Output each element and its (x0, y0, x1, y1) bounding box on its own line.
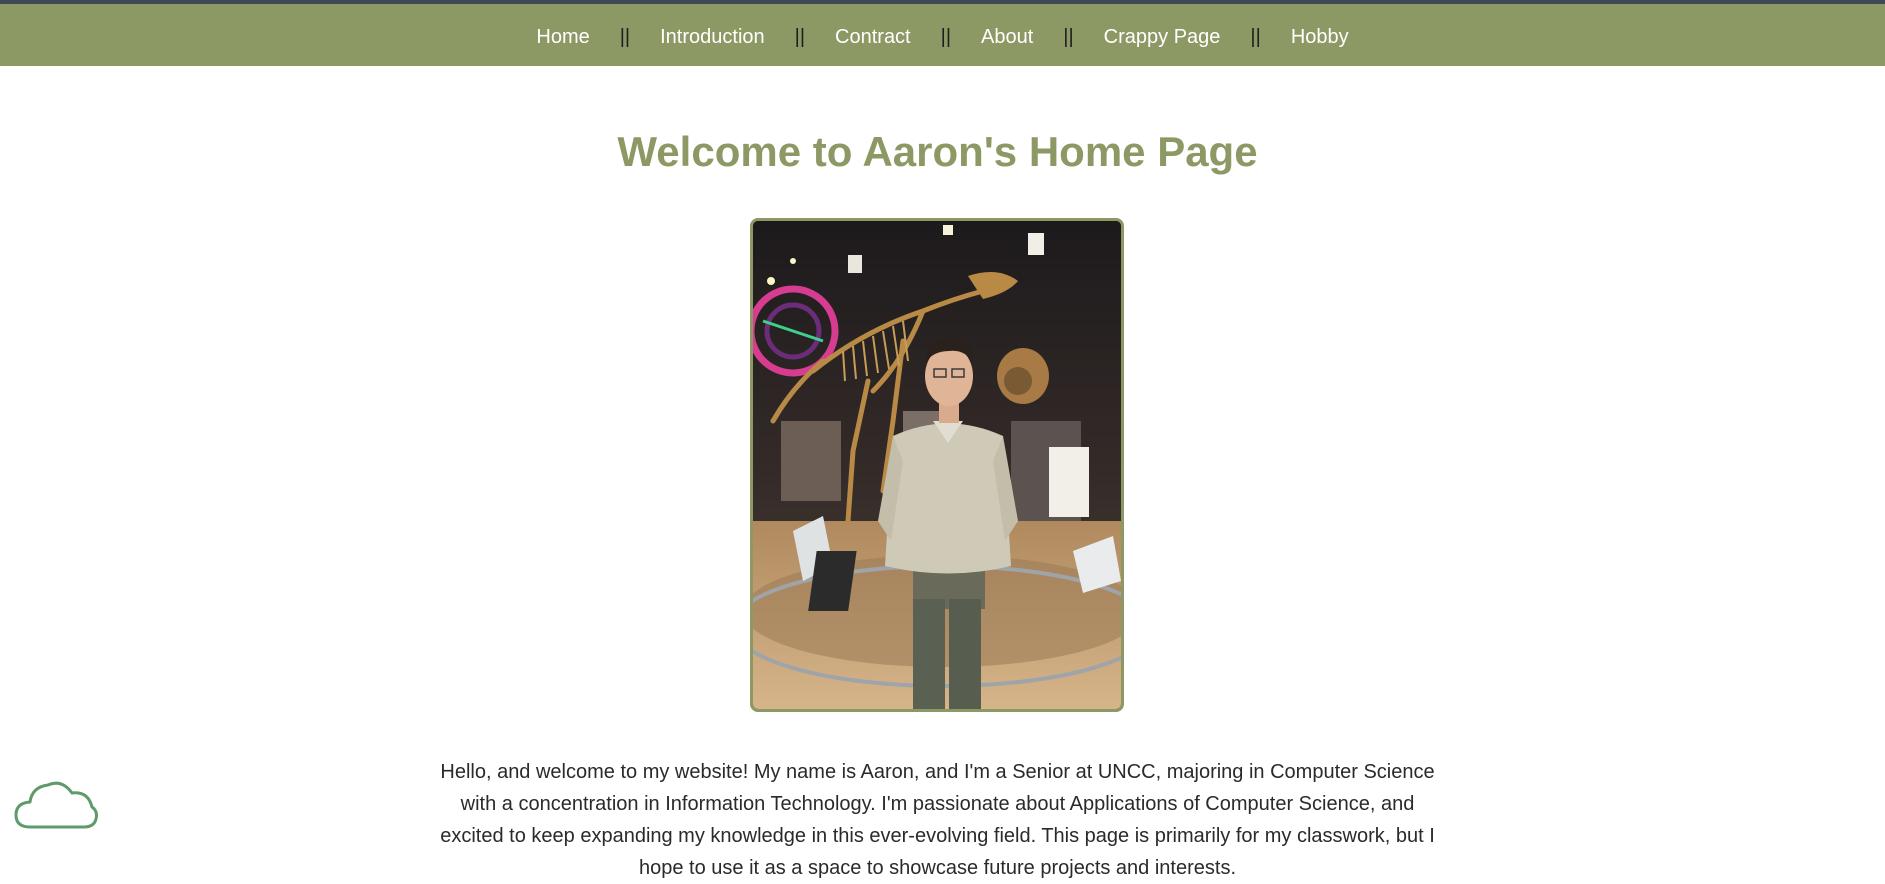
top-navbar: Home || Introduction || Contract || Abou… (0, 0, 1885, 66)
main-nav: Home || Introduction || Contract || Abou… (0, 8, 1885, 66)
nav-separator: || (1250, 25, 1261, 48)
page-title: Welcome to Aaron's Home Page (617, 128, 1258, 175)
nav-link-introduction[interactable]: Introduction (648, 26, 777, 49)
nav-link-home[interactable]: Home (524, 26, 601, 49)
cloud-icon-svg (14, 781, 98, 829)
nav-link-crappy-page[interactable]: Crappy Page (1092, 26, 1233, 49)
nav-link-hobby[interactable]: Hobby (1279, 26, 1361, 49)
nav-link-contract[interactable]: Contract (823, 26, 923, 49)
cloud-icon[interactable] (12, 775, 98, 833)
nav-link-about[interactable]: About (969, 26, 1045, 49)
intro-paragraph: Hello, and welcome to my website! My nam… (440, 761, 1435, 879)
nav-separator: || (619, 25, 631, 48)
museum-photo-illustration (753, 221, 1121, 709)
nav-separator: || (940, 25, 952, 48)
nav-separator: || (794, 25, 806, 48)
profile-photo (750, 218, 1124, 712)
nav-separator: || (1063, 25, 1074, 48)
